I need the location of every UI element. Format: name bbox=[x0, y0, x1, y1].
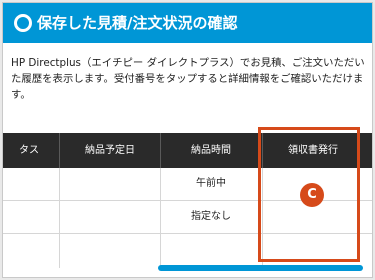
delivery-date-cell bbox=[60, 234, 160, 266]
column-divider bbox=[160, 168, 161, 268]
ring-icon bbox=[14, 14, 32, 32]
delivery-time-cell: 指定なし bbox=[191, 211, 231, 222]
delivery-date-cell bbox=[60, 168, 160, 200]
horizontal-scrollbar[interactable] bbox=[158, 265, 363, 271]
column-header-delivery-date[interactable]: 納品予定日 bbox=[60, 133, 160, 168]
column-header-delivery-time[interactable]: 納品時間 bbox=[161, 133, 261, 168]
column-divider bbox=[59, 168, 60, 268]
delivery-date-cell bbox=[60, 201, 160, 233]
column-header-status[interactable]: タス bbox=[3, 133, 55, 168]
delivery-time-cell: 午前中 bbox=[196, 178, 226, 189]
annotation-badge: C bbox=[300, 183, 324, 207]
delivery-time-cell bbox=[161, 234, 261, 266]
page-title: 保存した見積/注文状況の確認 bbox=[37, 14, 238, 32]
intro-text: HP Directplus（エイチピー ダイレクトプラス）でお見積、ご注文いただ… bbox=[11, 57, 365, 101]
page-header: 保存した見積/注文状況の確認 bbox=[3, 3, 372, 43]
